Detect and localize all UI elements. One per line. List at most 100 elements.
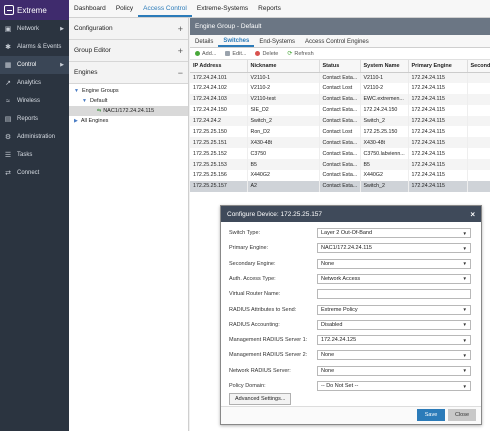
field-value: Layer 2 Out-Of-Band: [321, 230, 373, 236]
engines-header[interactable]: Engines −: [69, 62, 188, 84]
collapse-minus-icon[interactable]: −: [178, 68, 183, 78]
delete-button[interactable]: Delete: [255, 51, 278, 57]
advanced-settings-button[interactable]: Advanced Settings...: [229, 393, 292, 405]
table-row[interactable]: 172.25.25.151 X430-48t Contact Esta... X430…: [190, 137, 490, 149]
dialog-title: Configure Device: 172.25.25.157: [227, 210, 323, 218]
nav-item-analytics[interactable]: ↗ Analytics: [0, 74, 69, 92]
nav-item-tasks[interactable]: ☰ Tasks: [0, 146, 69, 164]
field-label: Switch Type:: [229, 230, 261, 236]
table-row[interactable]: 172.24.24.2 Switch_2 Contact Esta... Switch…: [190, 115, 490, 127]
nav-label: Reports: [17, 116, 39, 122]
dropdown-arrow-icon[interactable]: ▼: [463, 276, 467, 281]
table-row[interactable]: 172.24.24.150 SIE_D2 Contact Esta... 172.24…: [190, 104, 490, 116]
network-radius-server-select[interactable]: None ▼: [317, 365, 471, 376]
table-cell: Contact Lost: [319, 82, 361, 94]
table-row[interactable]: 172.25.25.157 A2 Contact Esta... Switch_2 17…: [190, 180, 490, 192]
dropdown-arrow-icon[interactable]: ▼: [463, 384, 467, 389]
dropdown-arrow-icon[interactable]: ▼: [463, 307, 467, 312]
nav-item-alarms-events[interactable]: ✱ Alarms & Events: [0, 38, 69, 56]
column-header[interactable]: System Name: [360, 60, 409, 73]
table-cell: 172.24.24.115: [408, 159, 468, 171]
engine-group-title: Engine Group - Default: [190, 18, 490, 35]
table-row[interactable]: 172.25.25.150 Ron_D2 Contact Lost 172.25.25…: [190, 126, 490, 138]
sub-tab-switches[interactable]: Switches: [218, 38, 255, 47]
table-row[interactable]: 172.25.25.156 X440G2 Contact Esta... X440G2…: [190, 170, 490, 181]
tree-item-all-engines[interactable]: ▶ All Engines: [69, 116, 188, 126]
save-button[interactable]: Save: [417, 409, 445, 421]
table-row[interactable]: 172.24.24.101 V2110-1 Contact Esta... V2110…: [190, 72, 490, 83]
sub-tab-access-control-engines[interactable]: Access Control Engines: [300, 39, 374, 47]
dropdown-arrow-icon[interactable]: ▼: [463, 353, 467, 358]
dropdown-arrow-icon[interactable]: ▼: [463, 338, 467, 343]
table-cell: Switch_2: [247, 115, 320, 127]
sub-tab-end-systems[interactable]: End-Systems: [254, 39, 300, 47]
table-cell: 172.25.25.151: [190, 137, 248, 149]
table-row[interactable]: 172.24.24.103 V2110-test Contact Esta... EW…: [190, 93, 490, 105]
top-tab-extreme-systems[interactable]: Extreme-Systems: [192, 5, 253, 17]
nav-item-wireless[interactable]: ≈ Wireless: [0, 92, 69, 110]
tree-item-nac[interactable]: ⇆ NAC1/172.24.24.115: [69, 106, 188, 116]
nav-item-administration[interactable]: ⚙ Administration: [0, 128, 69, 146]
edit-button[interactable]: Edit...: [225, 51, 246, 57]
dropdown-arrow-icon[interactable]: ▼: [463, 246, 467, 251]
top-tab-reports[interactable]: Reports: [253, 5, 286, 17]
nav-item-reports[interactable]: ▤ Reports: [0, 110, 69, 128]
top-tab-policy[interactable]: Policy: [111, 5, 138, 17]
tree-label: NAC1/172.24.24.115: [103, 108, 155, 114]
table-cell: 172.24.24.115: [408, 180, 468, 192]
control-icon: ▦: [4, 62, 12, 69]
table-row[interactable]: 172.25.25.153 B5 Contact Esta... B5 172.24.2…: [190, 159, 490, 171]
top-tab-access-control[interactable]: Access Control: [138, 5, 192, 17]
refresh-button[interactable]: ⟳ Refresh: [287, 50, 313, 58]
secondary-engine-select[interactable]: None ▼: [317, 258, 471, 269]
sub-tab-details[interactable]: Details: [190, 39, 218, 47]
column-header[interactable]: Nickname: [247, 60, 320, 73]
nav-label: Administration: [17, 134, 56, 140]
expand-plus-icon[interactable]: +: [178, 24, 183, 34]
top-tab-dashboard[interactable]: Dashboard: [69, 5, 111, 17]
nav-item-control[interactable]: ▦ Control ▶: [0, 56, 69, 74]
dropdown-arrow-icon[interactable]: ▼: [463, 261, 467, 266]
dropdown-arrow-icon[interactable]: ▼: [463, 368, 467, 373]
dropdown-arrow-icon[interactable]: ▼: [463, 322, 467, 327]
nav-item-connect[interactable]: ⇄ Connect: [0, 164, 69, 182]
column-header[interactable]: Second: [467, 60, 490, 73]
expand-plus-icon[interactable]: +: [178, 46, 183, 56]
dropdown-arrow-icon[interactable]: ▼: [463, 231, 467, 236]
table-row[interactable]: 172.25.25.152 C3750 Contact Esta... C3750.l…: [190, 148, 490, 160]
auth-access-type-select[interactable]: Network Access ▼: [317, 273, 471, 284]
admin-icon: ⚙: [4, 134, 12, 141]
engines-label: Engines: [74, 69, 98, 76]
field-value: -- Do Not Set --: [321, 383, 359, 389]
radius-attributes-to-send-select[interactable]: Extreme Policy ▼: [317, 304, 471, 315]
column-header[interactable]: Primary Engine: [408, 60, 468, 73]
field-label: RADIUS Attributes to Send:: [229, 306, 297, 313]
radius-accounting-select[interactable]: Disabled ▼: [317, 319, 471, 330]
tree-expanded-icon[interactable]: ▼: [74, 88, 79, 94]
management-radius-server-1-select[interactable]: 172.24.24.125 ▼: [317, 335, 471, 346]
nav-item-network[interactable]: ▣ Network ▶: [0, 20, 69, 38]
close-icon[interactable]: ×: [470, 210, 475, 219]
left-nav: Extreme ▣ Network ▶ ✱ Alarms & Events ▦ Contro…: [0, 0, 69, 431]
table-row[interactable]: 172.24.24.102 V2110-2 Contact Lost V2110-2 1…: [190, 82, 490, 94]
tree-collapsed-icon[interactable]: ▶: [74, 118, 78, 124]
tree-expanded-icon[interactable]: ▼: [82, 98, 87, 104]
column-header[interactable]: IP Address: [190, 60, 248, 73]
tree-item-engine-groups[interactable]: ▼ Engine Groups: [69, 86, 188, 96]
brand-header[interactable]: Extreme: [0, 0, 69, 20]
close-button[interactable]: Close: [448, 409, 476, 421]
group-editor-header[interactable]: Group Editor +: [69, 40, 188, 62]
engine-tree: ▼ Engine Groups ▼ Default ⇆ NAC1/172.24.…: [69, 84, 188, 126]
configuration-header[interactable]: Configuration +: [69, 18, 188, 40]
add-button[interactable]: Add...: [195, 51, 216, 57]
tree-item-default[interactable]: ▼ Default: [69, 96, 188, 106]
nav-label: Connect: [17, 170, 40, 176]
table-cell: Contact Esta...: [319, 72, 361, 83]
management-radius-server-2-select[interactable]: None ▼: [317, 350, 471, 361]
policy-domain-select[interactable]: -- Do Not Set -- ▼: [317, 381, 471, 391]
primary-engine-select[interactable]: NAC1/172.24.24.115 ▼: [317, 243, 471, 254]
switch-type-select[interactable]: Layer 2 Out-Of-Band ▼: [317, 228, 471, 238]
virtual-router-name-input[interactable]: [317, 289, 471, 300]
form-row: RADIUS Accounting: Disabled ▼: [229, 319, 479, 331]
column-header[interactable]: Status: [319, 60, 361, 73]
